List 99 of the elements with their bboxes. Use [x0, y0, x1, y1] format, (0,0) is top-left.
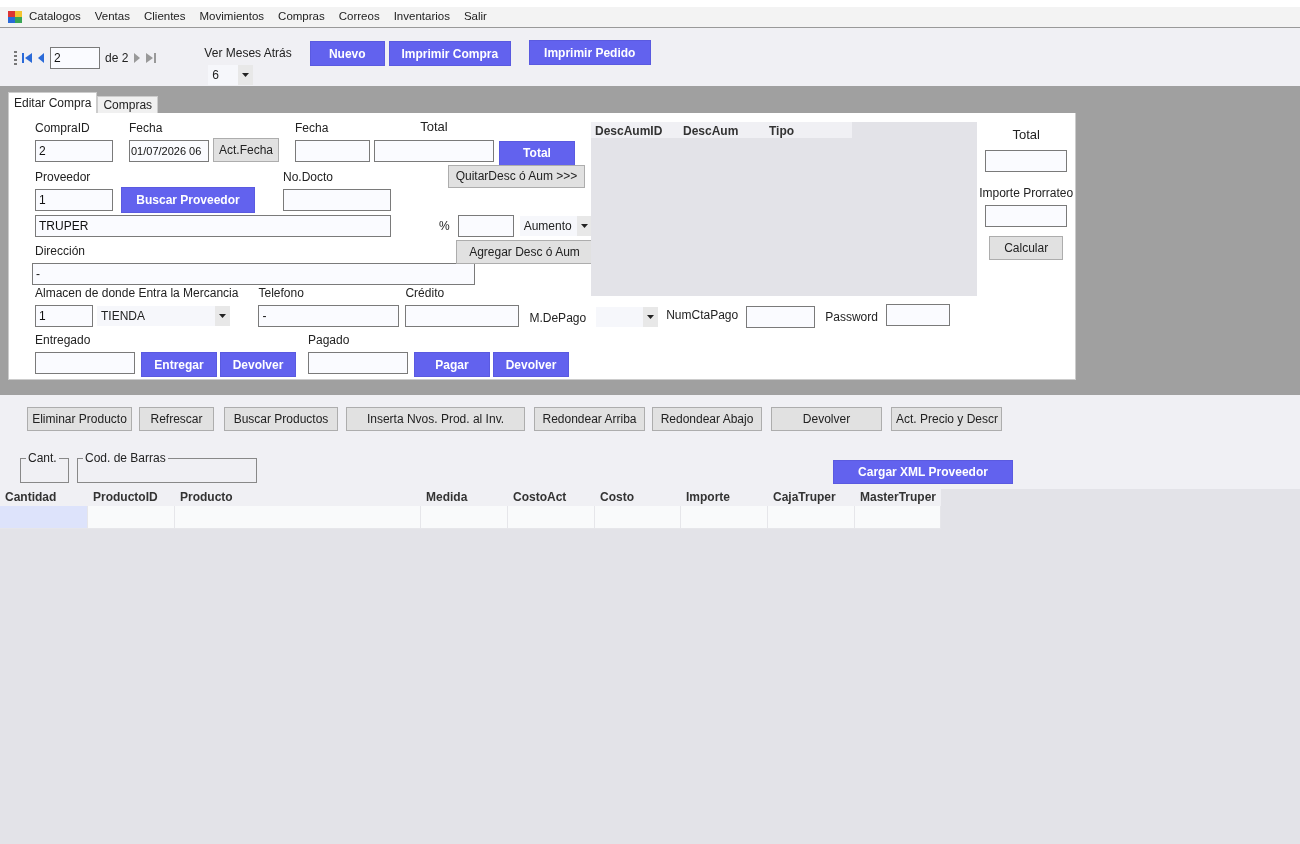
field-label: CompraID [35, 119, 91, 137]
tab[interactable]: Compras [97, 96, 159, 113]
column-header: DescAum [682, 123, 740, 138]
table-cell[interactable] [88, 506, 175, 529]
column-header: DescAumID [594, 123, 664, 138]
calculate-button[interactable]: Calcular [989, 235, 1064, 260]
tab[interactable]: Editar Compra [8, 92, 98, 113]
input-field[interactable] [405, 305, 520, 327]
add-discount-button[interactable]: Agregar Desc ó Aum [456, 239, 593, 264]
field-label: No.Docto [283, 168, 335, 186]
menu-item[interactable]: Movimientos [192, 8, 272, 26]
warehouse-dropdown[interactable]: TIENDA [97, 306, 230, 326]
column-header: CostoAct [512, 489, 568, 506]
field-label: Almacen de donde Entra la Mercancia [35, 285, 239, 302]
round-down-button[interactable]: Redondear Abajo [652, 407, 762, 431]
input-field[interactable] [283, 188, 391, 211]
input-field[interactable] [295, 139, 370, 162]
search-supplier-button[interactable]: Buscar Proveedor [121, 186, 255, 213]
input-field[interactable]: 1 [35, 305, 93, 327]
new-button[interactable]: Nuevo [309, 41, 385, 66]
caret-icon [219, 314, 226, 318]
input-field[interactable]: 2 [35, 139, 113, 162]
previous-icon [37, 53, 45, 63]
input-field[interactable] [35, 352, 135, 374]
password-field[interactable] [885, 304, 950, 326]
months-dropdown[interactable]: 6 [208, 65, 254, 85]
field-label: Fecha [295, 119, 330, 137]
input-field[interactable] [308, 352, 408, 374]
menu-item[interactable]: Catalogos [22, 8, 88, 26]
supplier-name-field[interactable]: TRUPER [35, 214, 391, 237]
total-button[interactable]: Total [499, 140, 575, 166]
column-header: Producto [179, 489, 234, 506]
field-label: Total [420, 118, 448, 136]
table-cell[interactable] [0, 506, 88, 529]
return-button[interactable]: Devolver [771, 407, 882, 431]
percent-field[interactable] [457, 214, 514, 237]
print-button[interactable]: Imprimir Pedido [528, 40, 651, 65]
return-button[interactable]: Devolver [493, 352, 569, 377]
caret-icon [242, 73, 250, 77]
quantity-field[interactable]: Cant. [20, 452, 69, 483]
first-page-icon [22, 53, 32, 63]
search-products-button[interactable]: Buscar Productos [224, 407, 338, 431]
insert-button[interactable]: Inserta Nvos. Prod. al Inv. [346, 407, 525, 431]
column-header: Medida [425, 489, 469, 506]
field-label: Ver Meses Atrás [204, 45, 292, 62]
field-label: Entregado [35, 332, 92, 349]
field-label: Fecha [129, 119, 164, 137]
page-count: de 2 [105, 50, 129, 67]
caret-icon [580, 223, 588, 228]
print-button[interactable]: Imprimir Compra [388, 41, 511, 66]
adjustment-dropdown[interactable]: Aumento [519, 215, 592, 236]
update-price-button[interactable]: Act. Precio y Descr [891, 407, 1002, 431]
input-field[interactable] [374, 139, 494, 162]
column-header: ProductoID [92, 489, 159, 506]
app-icon [8, 11, 22, 23]
load-xml-button[interactable]: Cargar XML Proveedor [833, 460, 1013, 484]
grip-icon [14, 51, 17, 65]
pay-button[interactable]: Pagar [414, 352, 490, 377]
update-date-button[interactable]: Act.Fecha [213, 137, 279, 162]
column-header: CajaTruper [772, 489, 837, 506]
column-header: Tipo [768, 123, 796, 138]
field-label: Proveedor [35, 168, 92, 186]
remove-discount-button[interactable]: QuitarDesc ó Aum >>> [448, 164, 585, 188]
field-label: Crédito [405, 285, 446, 302]
input-field[interactable]: - [258, 305, 400, 327]
menu-item[interactable]: Ventas [87, 8, 137, 26]
total-field[interactable] [985, 149, 1068, 172]
field-label: Telefono [258, 285, 305, 302]
round-up-button[interactable]: Redondear Arriba [534, 407, 645, 431]
deliver-button[interactable]: Entregar [141, 352, 217, 377]
menu-item[interactable]: Clientes [136, 8, 193, 26]
menu-item[interactable]: Correos [331, 8, 387, 26]
column-header: Cantidad [4, 489, 58, 506]
column-header: MasterTruper [859, 489, 938, 506]
total-label: Total [1012, 126, 1040, 144]
barcode-field[interactable]: Cod. de Barras [77, 452, 257, 483]
last-page-icon [146, 53, 157, 63]
return-button[interactable]: Devolver [220, 352, 296, 377]
column-header: Importe [685, 489, 731, 506]
input-field[interactable]: 1 [35, 188, 113, 211]
delete-button[interactable]: Eliminar Producto [27, 407, 132, 431]
refresh-button[interactable]: Refrescar [139, 407, 214, 431]
column-header: Costo [599, 489, 635, 506]
field-label: NumCtaPago [666, 307, 739, 324]
address-field[interactable]: - [32, 262, 475, 285]
menu-item[interactable]: Compras [271, 8, 332, 26]
menu-item[interactable]: Salir [456, 8, 494, 26]
account-field[interactable] [746, 306, 816, 328]
next-icon [133, 53, 142, 63]
percent-label: % [439, 217, 450, 235]
date-field[interactable]: 01/07/2026 06 [129, 139, 209, 162]
field-label: Pagado [308, 332, 351, 349]
field-label: Password [825, 309, 878, 326]
field-label: Importe Prorrateo [979, 184, 1074, 202]
menu-item[interactable]: Inventarios [386, 8, 457, 26]
caret-icon [647, 315, 655, 319]
amount-field[interactable] [985, 204, 1068, 227]
field-label: M.DePago [529, 310, 587, 327]
page-field[interactable]: 2 [50, 47, 100, 69]
